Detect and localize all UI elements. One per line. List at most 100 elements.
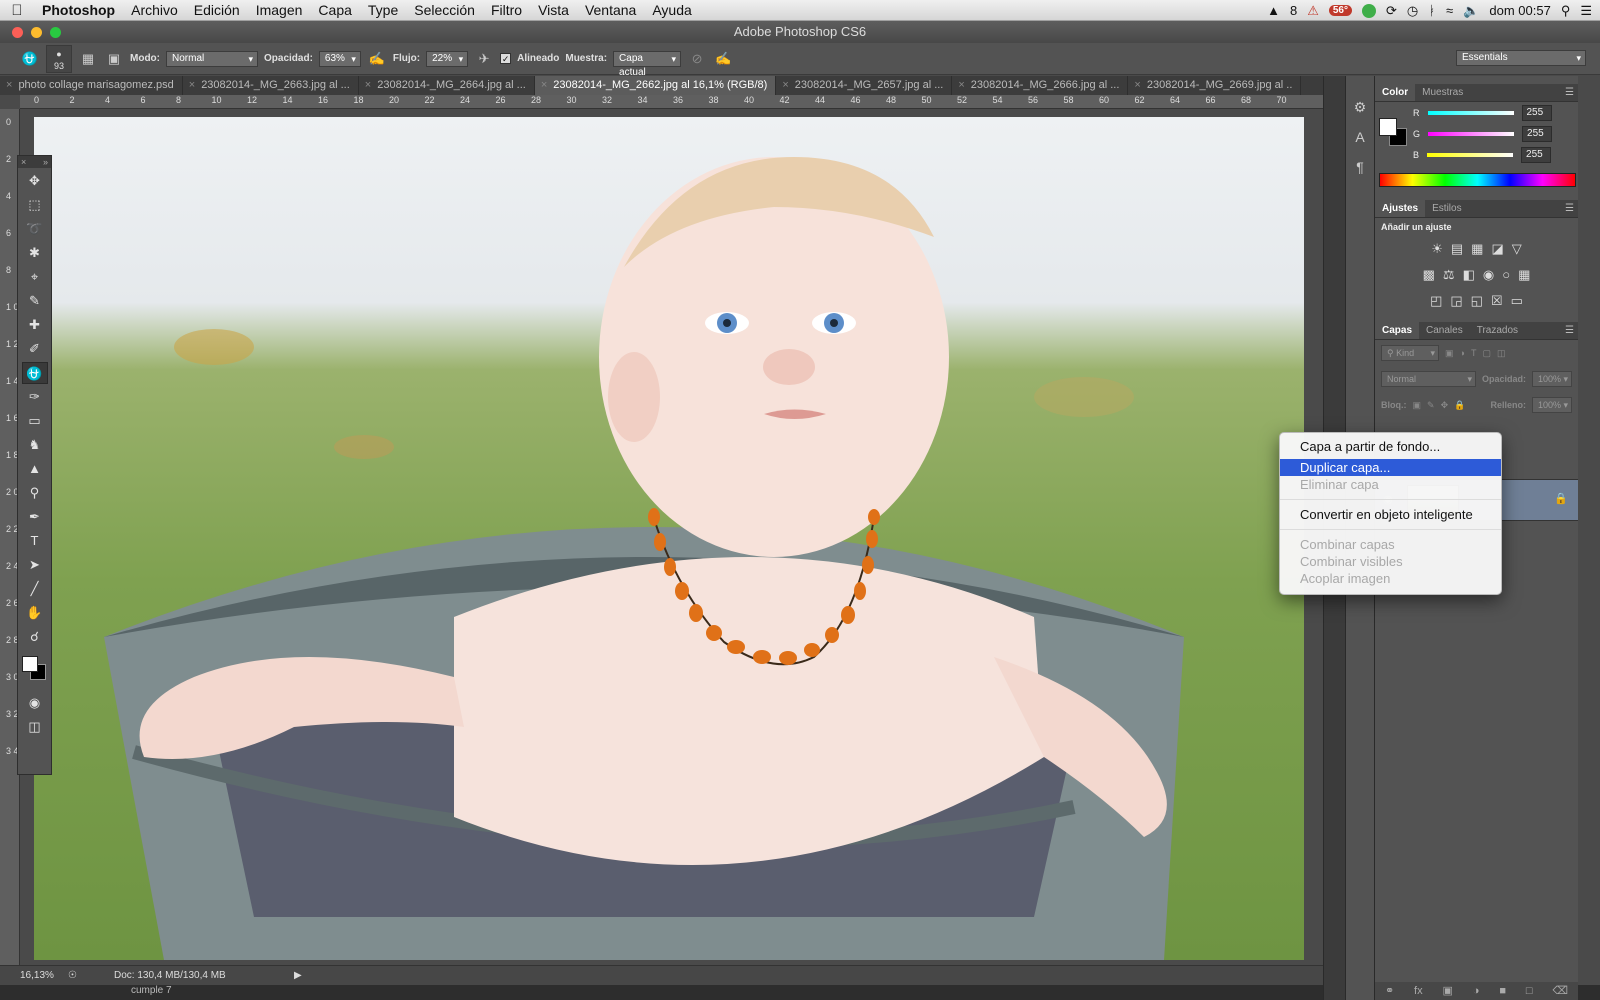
filter-adjust-icon[interactable]: ◑ [1460, 348, 1465, 358]
doc-tab[interactable]: × 23082014-_MG_2669.jpg al .. [1128, 76, 1302, 95]
doc-tab-active[interactable]: × 23082014-_MG_2662.jpg al 16,1% (RGB/8) [534, 76, 777, 95]
tab-estilos[interactable]: Estilos [1425, 200, 1468, 217]
color-swatches[interactable] [18, 650, 51, 690]
aligned-checkbox[interactable]: ✓ [500, 53, 512, 64]
eyedropper-tool-icon[interactable]: ✎ [22, 290, 48, 312]
b-slider[interactable] [1427, 152, 1514, 157]
filter-smart-icon[interactable]: ◫ [1497, 348, 1506, 359]
doc-tab[interactable]: × 23082014-_MG_2666.jpg al ... [952, 76, 1129, 95]
fill-field[interactable]: 100% [1532, 397, 1572, 413]
menu-archivo[interactable]: Archivo [123, 2, 186, 18]
blend-mode-select[interactable]: Normal [1381, 371, 1476, 387]
canvas-area[interactable] [20, 109, 1323, 965]
close-tab-icon[interactable]: × [189, 79, 195, 91]
r-value[interactable]: 255 [1521, 104, 1552, 121]
sample-select[interactable]: Capa actual [613, 50, 682, 78]
crop-tool-icon[interactable]: ⌖ [22, 266, 48, 288]
new-adjustment-icon[interactable]: ◑ [1473, 982, 1480, 1000]
menu-seleccion[interactable]: Selección [406, 2, 483, 18]
new-group-icon[interactable]: ■ [1499, 982, 1506, 1000]
g-value[interactable]: 255 [1522, 125, 1553, 142]
close-window-icon[interactable] [12, 27, 23, 38]
selective-color-icon[interactable]: ☒ [1491, 293, 1503, 309]
pressure-size-icon[interactable]: ✍ [713, 49, 733, 69]
time-machine-icon[interactable]: ◷ [1407, 3, 1418, 19]
foreground-swatch[interactable] [1379, 118, 1397, 136]
tab-capas[interactable]: Capas [1375, 322, 1420, 339]
menu-item-eliminar-capa[interactable]: Eliminar capa [1280, 476, 1501, 493]
flow-field[interactable]: 22% [426, 50, 469, 67]
menu-type[interactable]: Type [360, 2, 406, 18]
status-info-icon[interactable]: ☉ [68, 970, 84, 981]
menu-filtro[interactable]: Filtro [483, 2, 530, 18]
lock-position-icon[interactable]: ✥ [1441, 400, 1449, 411]
hand-tool-icon[interactable]: ✋ [22, 602, 48, 624]
doc-tab[interactable]: × 23082014-_MG_2664.jpg al ... [359, 76, 535, 95]
gradient-map-icon[interactable]: ▭ [1511, 293, 1523, 309]
filter-shape-icon[interactable]: ▢ [1482, 348, 1491, 359]
clone-source-icon[interactable]: ▣ [104, 49, 124, 69]
clone-stamp-tool-icon[interactable]: ⛎ [21, 362, 48, 384]
menu-ayuda[interactable]: Ayuda [644, 2, 699, 18]
new-layer-icon[interactable]: □ [1526, 982, 1533, 1000]
tab-canales[interactable]: Canales [1419, 322, 1470, 339]
tab-color[interactable]: Color [1375, 84, 1416, 101]
brush-tool-icon[interactable]: ✐ [22, 338, 48, 360]
lock-transparent-icon[interactable]: ▣ [1413, 400, 1422, 411]
type-tool-icon[interactable]: T [22, 530, 48, 552]
g-slider[interactable] [1428, 131, 1515, 136]
menu-capa[interactable]: Capa [310, 2, 359, 18]
menu-item-combinar-visibles[interactable]: Combinar visibles [1280, 553, 1501, 570]
close-panel-icon[interactable]: × [21, 156, 26, 168]
lock-pixels-icon[interactable]: ✎ [1427, 400, 1435, 411]
notification-center-icon[interactable]: ☰ [1580, 3, 1592, 19]
apple-menu-icon[interactable]:  [0, 2, 34, 19]
lock-all-icon[interactable]: 🔒 [1454, 400, 1465, 411]
wifi-icon[interactable]: ≈ [1446, 3, 1453, 18]
r-slider[interactable] [1427, 110, 1514, 115]
document-photo[interactable] [34, 117, 1304, 960]
layer-opacity-field[interactable]: 100% [1532, 371, 1572, 387]
zoom-tool-icon[interactable]: ☌ [22, 626, 48, 648]
delete-layer-icon[interactable]: ⌫ [1552, 982, 1568, 1000]
menu-item-combinar-capas[interactable]: Combinar capas [1280, 536, 1501, 553]
panel-menu-icon[interactable]: ☰ [1565, 200, 1574, 218]
lasso-tool-icon[interactable]: ➰ [22, 218, 48, 240]
brightness-icon[interactable]: ☀ [1431, 241, 1443, 257]
menu-imagen[interactable]: Imagen [248, 2, 311, 18]
add-mask-icon[interactable]: ▣ [1443, 982, 1453, 1000]
paint-bucket-tool-icon[interactable]: ♞ [22, 434, 48, 456]
doc-tab[interactable]: × 23082014-_MG_2657.jpg al ... [776, 76, 953, 95]
marquee-tool-icon[interactable]: ⬚ [22, 194, 48, 216]
menu-ventana[interactable]: Ventana [577, 2, 644, 18]
expand-panel-icon[interactable]: » [43, 156, 48, 168]
b-value[interactable]: 255 [1521, 146, 1552, 163]
clone-stamp-preset-icon[interactable]: ⛎ [20, 49, 40, 69]
layer-style-icon[interactable]: fx [1414, 982, 1423, 1000]
minimize-window-icon[interactable] [31, 27, 42, 38]
alert-icon[interactable]: ⚠ [1307, 3, 1319, 19]
channel-mixer-icon[interactable]: ○ [1502, 267, 1510, 283]
workspace-select[interactable]: Essentials [1456, 50, 1586, 66]
opacity-field[interactable]: 63% [318, 50, 361, 67]
close-tab-icon[interactable]: × [958, 79, 964, 91]
foreground-color-swatch[interactable] [22, 656, 38, 672]
bluetooth-icon[interactable]: ᛓ [1428, 3, 1436, 18]
line-tool-icon[interactable]: ╱ [22, 578, 48, 600]
pen-tool-icon[interactable]: ✒ [22, 506, 48, 528]
airbrush-icon[interactable]: ✈ [474, 49, 494, 69]
color-lookup-icon[interactable]: ▦ [1518, 267, 1530, 283]
menu-vista[interactable]: Vista [530, 2, 577, 18]
close-tab-icon[interactable]: × [6, 79, 12, 91]
doc-tab[interactable]: × 23082014-_MG_2663.jpg al ... [183, 76, 359, 95]
hue-saturation-icon[interactable]: ▩ [1423, 267, 1435, 283]
filter-pixel-icon[interactable]: ▣ [1445, 348, 1454, 359]
zoom-window-icon[interactable] [50, 27, 61, 38]
posterize-icon[interactable]: ◲ [1450, 293, 1462, 309]
tab-trazados[interactable]: Trazados [1470, 322, 1525, 339]
temperature-badge[interactable]: 56° [1328, 5, 1352, 16]
zoom-level[interactable]: 16,13% [0, 970, 54, 981]
spotlight-icon[interactable]: ⚲ [1561, 3, 1571, 19]
invert-icon[interactable]: ◰ [1430, 293, 1442, 309]
curves-icon[interactable]: ▦ [1471, 241, 1483, 257]
